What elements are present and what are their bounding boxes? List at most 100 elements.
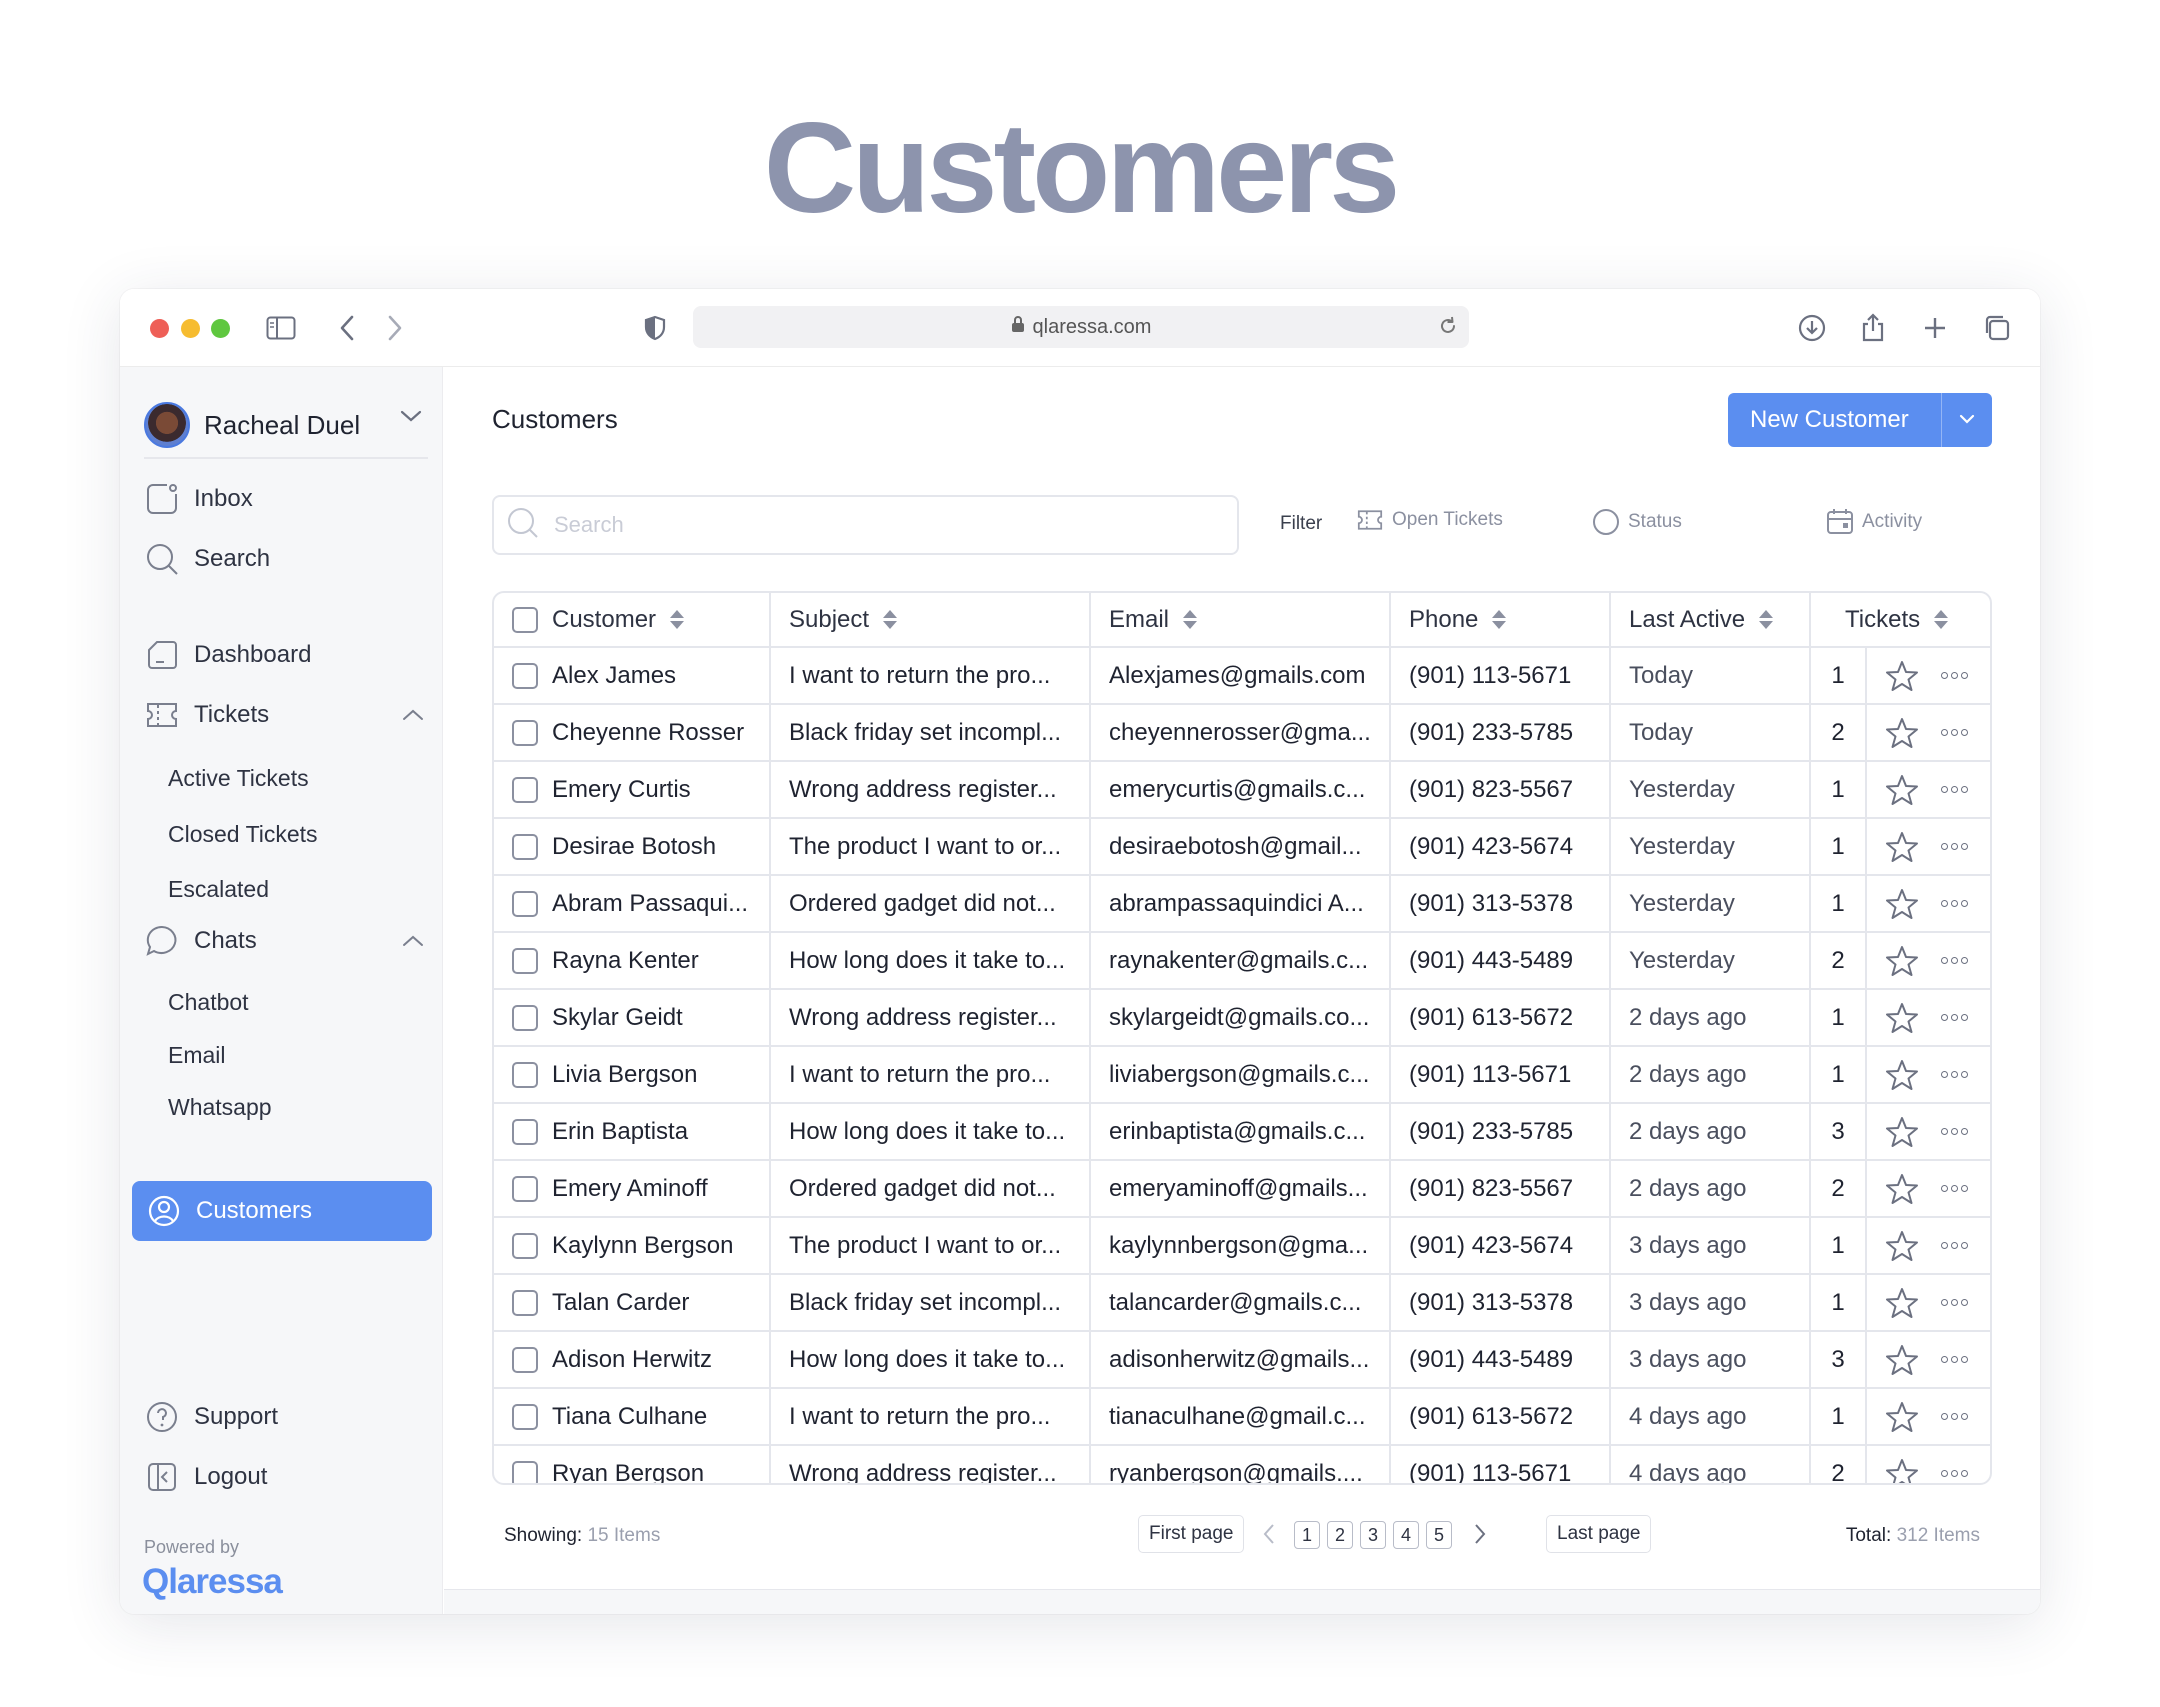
star-icon[interactable]	[1885, 887, 1919, 921]
row-checkbox[interactable]	[512, 1460, 538, 1483]
customer-name[interactable]: Cheyenne Rosser	[552, 719, 744, 747]
chevron-up-icon[interactable]	[402, 701, 424, 729]
row-checkbox[interactable]	[512, 890, 538, 917]
customer-name[interactable]: Talan Carder	[552, 1289, 689, 1317]
filter-open-tickets[interactable]: Open Tickets	[1356, 508, 1503, 532]
select-all-checkbox[interactable]	[512, 606, 538, 633]
more-options-icon[interactable]	[1941, 957, 1968, 964]
customer-name[interactable]: Emery Curtis	[552, 776, 691, 804]
row-checkbox[interactable]	[512, 1118, 538, 1145]
star-icon[interactable]	[1885, 1115, 1919, 1149]
star-icon[interactable]	[1885, 1172, 1919, 1206]
close-window-button[interactable]	[150, 319, 169, 338]
maximize-window-button[interactable]	[211, 319, 230, 338]
table-row[interactable]: Emery Aminoff Ordered gadget did not... em…	[494, 1160, 1990, 1218]
new-tab-icon[interactable]	[1918, 311, 1952, 345]
sidebar-item-closed-tickets[interactable]: Closed Tickets	[168, 821, 318, 848]
page-number-1[interactable]: 1	[1294, 1521, 1320, 1549]
star-icon[interactable]	[1885, 1229, 1919, 1263]
table-row[interactable]: Skylar Geidt Wrong address register... sky…	[494, 989, 1990, 1047]
table-row[interactable]: Livia Bergson I want to return the pro...…	[494, 1046, 1990, 1104]
more-options-icon[interactable]	[1941, 900, 1968, 907]
star-icon[interactable]	[1885, 773, 1919, 807]
chevron-right-icon[interactable]	[1473, 1523, 1487, 1545]
customer-name[interactable]: Skylar Geidt	[552, 1004, 683, 1032]
sort-icon[interactable]	[1492, 610, 1507, 629]
page-number-3[interactable]: 3	[1360, 1521, 1386, 1549]
more-options-icon[interactable]	[1941, 1128, 1968, 1135]
star-icon[interactable]	[1885, 1343, 1919, 1377]
row-checkbox[interactable]	[512, 1403, 538, 1430]
star-icon[interactable]	[1885, 944, 1919, 978]
filter-activity[interactable]: Activity	[1826, 508, 1922, 536]
star-icon[interactable]	[1885, 1400, 1919, 1434]
column-header-phone[interactable]: Phone	[1390, 593, 1611, 648]
sidebar-item-search[interactable]: Search	[144, 535, 444, 583]
more-options-icon[interactable]	[1941, 1470, 1968, 1477]
sidebar-toggle-icon[interactable]	[264, 311, 298, 345]
table-row[interactable]: Erin Baptista How long does it take to...…	[494, 1103, 1990, 1161]
customer-name[interactable]: Tiana Culhane	[552, 1403, 707, 1431]
row-checkbox[interactable]	[512, 1232, 538, 1259]
customer-name[interactable]: Rayna Kenter	[552, 947, 699, 975]
star-icon[interactable]	[1885, 716, 1919, 750]
table-row[interactable]: Alex James I want to return the pro... Ale…	[494, 647, 1990, 705]
star-icon[interactable]	[1885, 1286, 1919, 1320]
column-header-email[interactable]: Email	[1090, 593, 1391, 648]
reload-icon[interactable]	[1437, 315, 1459, 343]
column-header-tickets[interactable]: Tickets	[1810, 593, 1990, 648]
table-row[interactable]: Abram Passaqui... Ordered gadget did not.…	[494, 875, 1990, 933]
row-checkbox[interactable]	[512, 947, 538, 974]
customer-name[interactable]: Adison Herwitz	[552, 1346, 712, 1374]
more-options-icon[interactable]	[1941, 1356, 1968, 1363]
row-checkbox[interactable]	[512, 1289, 538, 1316]
customer-name[interactable]: Kaylynn Bergson	[552, 1232, 733, 1260]
filter-status[interactable]: Status	[1592, 508, 1682, 536]
customer-name[interactable]: Abram Passaqui...	[552, 890, 748, 918]
search-field[interactable]	[492, 495, 1239, 555]
more-options-icon[interactable]	[1941, 1299, 1968, 1306]
search-input[interactable]	[554, 512, 1204, 538]
customer-name[interactable]: Alex James	[552, 662, 676, 690]
star-icon[interactable]	[1885, 1457, 1919, 1483]
page-number-2[interactable]: 2	[1327, 1521, 1353, 1549]
table-row[interactable]: Adison Herwitz How long does it take to..…	[494, 1331, 1990, 1389]
table-row[interactable]: Emery Curtis Wrong address register... eme…	[494, 761, 1990, 819]
more-options-icon[interactable]	[1941, 1242, 1968, 1249]
table-row[interactable]: Rayna Kenter How long does it take to... r…	[494, 932, 1990, 990]
minimize-window-button[interactable]	[181, 319, 200, 338]
sort-icon[interactable]	[670, 610, 685, 629]
table-row[interactable]: Talan Carder Black friday set incompl... t…	[494, 1274, 1990, 1332]
more-options-icon[interactable]	[1941, 672, 1968, 679]
customer-name[interactable]: Desirae Botosh	[552, 833, 716, 861]
table-row[interactable]: Desirae Botosh The product I want to or..…	[494, 818, 1990, 876]
table-row[interactable]: Cheyenne Rosser Black friday set incompl.…	[494, 704, 1990, 762]
sidebar-item-active-tickets[interactable]: Active Tickets	[168, 765, 309, 792]
sort-icon[interactable]	[883, 610, 898, 629]
row-checkbox[interactable]	[512, 1175, 538, 1202]
sidebar-item-whatsapp[interactable]: Whatsapp	[168, 1094, 272, 1121]
forward-arrow-icon[interactable]	[378, 311, 412, 345]
more-options-icon[interactable]	[1941, 1185, 1968, 1192]
sidebar-item-email[interactable]: Email	[168, 1042, 226, 1069]
table-row[interactable]: Ryan Bergson Wrong address register... rya…	[494, 1445, 1990, 1483]
more-options-icon[interactable]	[1941, 1071, 1968, 1078]
sidebar-item-tickets[interactable]: Tickets	[144, 691, 444, 739]
sidebar-item-escalated[interactable]: Escalated	[168, 876, 269, 903]
more-options-icon[interactable]	[1941, 843, 1968, 850]
more-options-icon[interactable]	[1941, 1413, 1968, 1420]
customer-name[interactable]: Emery Aminoff	[552, 1175, 708, 1203]
row-checkbox[interactable]	[512, 1061, 538, 1088]
download-icon[interactable]	[1795, 311, 1829, 345]
star-icon[interactable]	[1885, 1001, 1919, 1035]
row-checkbox[interactable]	[512, 1346, 538, 1373]
row-checkbox[interactable]	[512, 719, 538, 746]
sidebar-item-logout[interactable]: Logout	[144, 1453, 444, 1501]
more-options-icon[interactable]	[1941, 786, 1968, 793]
shield-icon[interactable]	[638, 311, 672, 345]
row-checkbox[interactable]	[512, 776, 538, 803]
column-header-customer[interactable]: Customer	[494, 593, 771, 648]
share-icon[interactable]	[1856, 311, 1890, 345]
column-header-subject[interactable]: Subject	[770, 593, 1091, 648]
sidebar-item-inbox[interactable]: Inbox	[144, 475, 444, 523]
